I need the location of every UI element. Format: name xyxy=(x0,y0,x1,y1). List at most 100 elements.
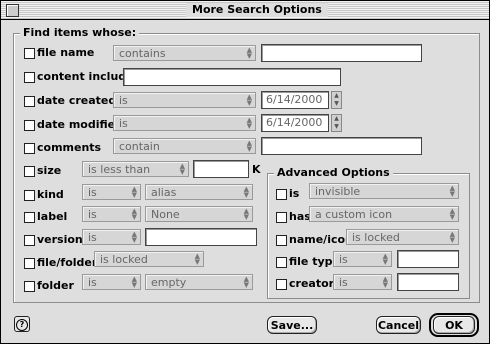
file-name-checkbox[interactable] xyxy=(24,48,35,59)
date-created-label: date created xyxy=(37,94,117,107)
file-folder-label: file/folder xyxy=(37,256,98,269)
popup-arrows-icon: ▲ ▼ xyxy=(449,184,455,198)
date-modified-operator: is xyxy=(119,117,128,130)
content-includes-checkbox[interactable] xyxy=(24,72,35,83)
kind-value: alias xyxy=(151,186,177,199)
label-operator-popup[interactable]: is ▲ ▼ xyxy=(82,206,141,222)
adv-file-type-checkbox[interactable] xyxy=(276,257,287,268)
popup-arrows-icon: ▲ ▼ xyxy=(382,275,388,289)
kind-label: kind xyxy=(37,188,64,201)
version-label: version xyxy=(37,233,83,246)
adv-name-icon-popup[interactable]: is locked ▲ ▼ xyxy=(346,229,459,245)
adv-creator-checkbox[interactable] xyxy=(276,279,287,290)
date-modified-checkbox[interactable] xyxy=(24,120,35,131)
version-field[interactable] xyxy=(145,228,257,246)
adv-name-icon-label: name/icon xyxy=(289,233,353,246)
folder-operator-popup[interactable]: is ▲ ▼ xyxy=(82,274,141,290)
comments-checkbox[interactable] xyxy=(24,143,35,154)
comments-operator: contain xyxy=(119,140,160,153)
file-name-operator: contains xyxy=(119,47,166,60)
adv-creator-popup[interactable]: is ▲ ▼ xyxy=(333,274,392,290)
file-name-field[interactable] xyxy=(261,44,422,62)
version-operator-popup[interactable]: is ▲ ▼ xyxy=(82,229,141,245)
file-folder-operator-popup[interactable]: is locked ▲ ▼ xyxy=(94,251,204,267)
popup-arrows-icon: ▲ ▼ xyxy=(131,230,137,244)
comments-operator-popup[interactable]: contain ▲ ▼ xyxy=(113,138,256,154)
date-created-operator-popup[interactable]: is ▲ ▼ xyxy=(113,92,256,108)
popup-arrows-icon: ▲ ▼ xyxy=(382,252,388,266)
date-created-checkbox[interactable] xyxy=(24,96,35,107)
size-operator: is less than xyxy=(88,163,151,176)
kind-value-popup[interactable]: alias ▲ ▼ xyxy=(145,184,253,200)
adv-creator-label: creator xyxy=(289,277,335,290)
date-modified-operator-popup[interactable]: is ▲ ▼ xyxy=(113,115,256,131)
cancel-button[interactable]: Cancel xyxy=(376,316,421,334)
folder-checkbox[interactable] xyxy=(24,281,35,292)
size-unit: K xyxy=(252,163,261,176)
date-modified-label: date modified xyxy=(37,118,123,131)
popup-arrows-icon: ▲ ▼ xyxy=(246,93,252,107)
adv-has-popup[interactable]: a custom icon ▲ ▼ xyxy=(309,206,459,222)
comments-field[interactable] xyxy=(261,137,422,155)
date-created-stepper[interactable]: ▲ ▼ xyxy=(331,91,342,109)
help-icon: ? xyxy=(16,319,28,331)
date-created-operator: is xyxy=(119,94,128,107)
popup-arrows-icon: ▲ ▼ xyxy=(179,162,185,176)
popup-arrows-icon: ▲ ▼ xyxy=(246,46,252,60)
advanced-options-label: Advanced Options xyxy=(274,166,393,179)
label-value: None xyxy=(151,208,180,221)
adv-file-type-field[interactable] xyxy=(397,250,459,268)
popup-arrows-icon: ▲ ▼ xyxy=(131,275,137,289)
ok-button[interactable]: OK xyxy=(433,316,475,334)
adv-creator-field[interactable] xyxy=(397,273,459,291)
popup-arrows-icon: ▲ ▼ xyxy=(243,207,249,221)
size-field[interactable] xyxy=(193,160,249,178)
folder-value-popup[interactable]: empty ▲ ▼ xyxy=(145,274,253,290)
popup-arrows-icon: ▲ ▼ xyxy=(449,207,455,221)
folder-label: folder xyxy=(37,279,74,292)
popup-arrows-icon: ▲ ▼ xyxy=(449,230,455,244)
label-value-popup[interactable]: None ▲ ▼ xyxy=(145,206,253,222)
version-checkbox[interactable] xyxy=(24,235,35,246)
popup-arrows-icon: ▲ ▼ xyxy=(243,275,249,289)
comments-label: comments xyxy=(37,141,102,154)
popup-arrows-icon: ▲ ▼ xyxy=(246,139,252,153)
adv-name-icon-value: is locked xyxy=(352,231,400,244)
adv-is-popup[interactable]: invisible ▲ ▼ xyxy=(309,183,459,199)
kind-operator: is xyxy=(88,186,97,199)
date-created-field[interactable]: 6/14/2000 xyxy=(261,91,329,109)
popup-arrows-icon: ▲ ▼ xyxy=(194,252,200,266)
popup-arrows-icon: ▲ ▼ xyxy=(243,185,249,199)
adv-is-value: invisible xyxy=(315,185,361,198)
popup-arrows-icon: ▲ ▼ xyxy=(246,116,252,130)
folder-value: empty xyxy=(151,276,187,289)
size-operator-popup[interactable]: is less than ▲ ▼ xyxy=(82,161,189,177)
help-button[interactable]: ? xyxy=(14,316,30,332)
adv-creator-op: is xyxy=(339,276,348,289)
kind-operator-popup[interactable]: is ▲ ▼ xyxy=(82,184,141,200)
label-checkbox[interactable] xyxy=(24,212,35,223)
kind-checkbox[interactable] xyxy=(24,190,35,201)
adv-has-checkbox[interactable] xyxy=(276,212,287,223)
file-folder-operator: is locked xyxy=(100,253,148,266)
date-modified-stepper[interactable]: ▲ ▼ xyxy=(331,114,342,132)
dialog-window: More Search Options Find items whose: Ad… xyxy=(0,0,490,344)
date-modified-field[interactable]: 6/14/2000 xyxy=(261,114,329,132)
adv-name-icon-checkbox[interactable] xyxy=(276,235,287,246)
title-bar[interactable]: More Search Options xyxy=(1,1,489,20)
popup-arrows-icon: ▲ ▼ xyxy=(131,207,137,221)
adv-has-value: a custom icon xyxy=(315,208,393,221)
window-title: More Search Options xyxy=(186,3,328,17)
popup-arrows-icon: ▲ ▼ xyxy=(131,185,137,199)
close-box[interactable] xyxy=(6,4,19,17)
adv-is-checkbox[interactable] xyxy=(276,189,287,200)
adv-file-type-popup[interactable]: is ▲ ▼ xyxy=(333,251,392,267)
content-includes-field[interactable] xyxy=(123,68,341,86)
file-folder-checkbox[interactable] xyxy=(24,258,35,269)
save-button[interactable]: Save... xyxy=(267,316,317,334)
adv-is-label: is xyxy=(289,187,300,200)
size-checkbox[interactable] xyxy=(24,166,35,177)
adv-has-label: has xyxy=(289,210,311,223)
file-name-operator-popup[interactable]: contains ▲ ▼ xyxy=(113,45,256,61)
find-items-label: Find items whose: xyxy=(20,26,140,39)
